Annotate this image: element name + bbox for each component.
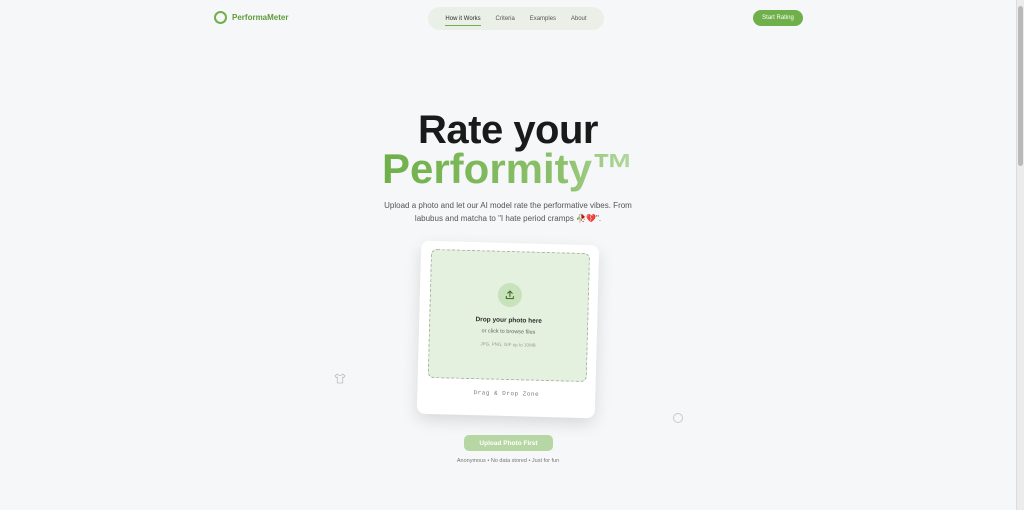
main-nav: How it Works Criteria Examples About bbox=[428, 7, 604, 30]
photo-dropzone[interactable]: Drop your photo here or click to browse … bbox=[427, 248, 591, 383]
hero-title-highlight: Performity™ bbox=[381, 145, 635, 192]
page-scrollbar[interactable] bbox=[1016, 0, 1024, 510]
nav-about[interactable]: About bbox=[571, 16, 587, 22]
logo[interactable]: PerformaMeter bbox=[214, 11, 288, 24]
decorative-circle-icon bbox=[673, 413, 683, 423]
nav-examples[interactable]: Examples bbox=[530, 16, 556, 22]
upload-photo-first-button[interactable]: Upload Photo First bbox=[464, 435, 553, 451]
hero-title-line1: Rate your bbox=[418, 108, 599, 152]
scrollbar-thumb[interactable] bbox=[1018, 6, 1023, 166]
dropzone-title: Drop your photo here bbox=[475, 316, 543, 325]
dropzone-browse-text[interactable]: or click to browse files bbox=[430, 327, 587, 337]
hero-title-line2: Performity™ bbox=[0, 148, 1016, 190]
top-nav-bar: PerformaMeter How it Works Criteria Exam… bbox=[0, 0, 1016, 36]
tshirt-icon bbox=[334, 371, 346, 389]
hero-subtitle: Upload a photo and let our AI model rate… bbox=[0, 199, 1016, 225]
logo-ring-icon bbox=[214, 11, 227, 24]
nav-criteria[interactable]: Criteria bbox=[496, 16, 515, 22]
start-rating-button[interactable]: Start Rating bbox=[753, 10, 803, 26]
upload-icon bbox=[497, 282, 523, 308]
dropzone-formats: JPG, PNG, GIF up to 10MB bbox=[480, 341, 536, 348]
upload-card: Drop your photo here or click to browse … bbox=[416, 240, 600, 419]
privacy-footnote: Anonymous • No data stored • Just for fu… bbox=[456, 458, 560, 464]
hero-subtitle-line2: labubus and matcha to "I hate period cra… bbox=[414, 214, 602, 223]
hero-subtitle-line1: Upload a photo and let our AI model rate… bbox=[384, 201, 632, 210]
nav-how-it-works[interactable]: How it Works bbox=[445, 16, 481, 26]
card-caption: Drag & Drop Zone bbox=[473, 389, 540, 398]
logo-text: PerformaMeter bbox=[232, 13, 289, 22]
